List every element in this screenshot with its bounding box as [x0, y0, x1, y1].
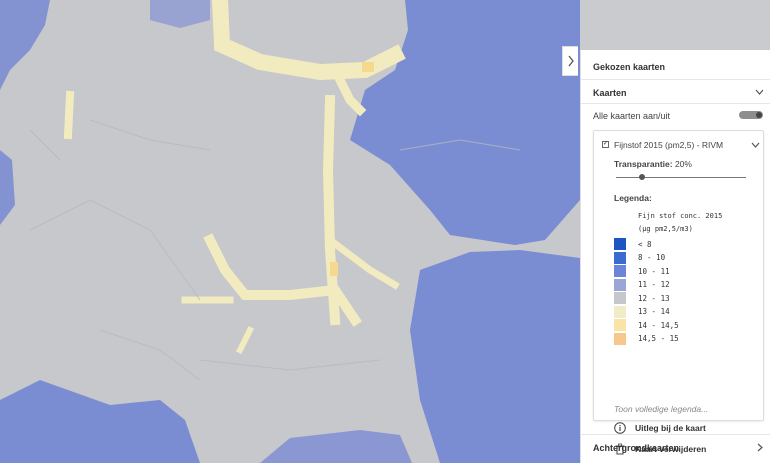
toggle-knob [756, 112, 762, 118]
legend-swatch [614, 332, 626, 345]
legend-swatch [614, 305, 626, 318]
collapse-panel-button[interactable] [562, 46, 578, 76]
legend-swatch [614, 251, 626, 264]
legend-item: 10 - 11 [614, 265, 670, 277]
legend-item: 11 - 12 [614, 278, 670, 291]
low-zone [410, 250, 580, 463]
legend-unit: (µg pm2,5/m3) [638, 225, 693, 233]
legend-item: 14 - 14,5 [614, 319, 679, 331]
all-maps-toggle-label: Alle kaarten aan/uit [593, 111, 671, 121]
layer-name: Fijnstof 2015 (pm2,5) - RIVM [614, 140, 724, 150]
section-maps-header[interactable]: Kaarten [593, 88, 627, 98]
chevron-down-icon[interactable] [755, 89, 764, 96]
map-info-label: Uitleg bij de kaart [635, 423, 706, 433]
legend-item-label: < 8 [638, 239, 652, 249]
transparency-slider[interactable] [616, 174, 746, 180]
legend-swatch [614, 238, 626, 250]
legend-item-label: 12 - 13 [638, 293, 670, 303]
legend-item: 12 - 13 [614, 292, 670, 304]
divider [581, 434, 770, 435]
legend-swatch [614, 292, 626, 304]
legend-item: 14,5 - 15 [614, 332, 679, 345]
divider [581, 79, 770, 80]
legend-label: Legenda: [614, 193, 652, 203]
full-legend-link[interactable]: Toon volledige legenda... [614, 404, 708, 414]
legend-item-label: 10 - 11 [638, 266, 670, 276]
transparency-value: 20% [674, 159, 692, 169]
legend-swatch [614, 265, 626, 277]
chevron-right-icon[interactable] [757, 443, 764, 452]
legend-item: < 8 [614, 238, 652, 250]
panel-title: Gekozen kaarten [593, 62, 666, 72]
legend-item-label: 8 - 10 [638, 253, 666, 262]
divider [581, 103, 770, 104]
legend-item-label: 14 - 14,5 [638, 320, 679, 330]
legend-swatch [614, 278, 626, 291]
transparency-text: Transparantie: 20% [614, 159, 692, 169]
layer-card: ✓ Fijnstof 2015 (pm2,5) - RIVM Transpara… [593, 130, 764, 455]
info-icon [614, 422, 626, 434]
legend-item-label: 14,5 - 15 [638, 334, 679, 343]
section-background-header[interactable]: Achtergrondkaarten [593, 443, 679, 453]
legend-item-label: 11 - 12 [638, 280, 670, 289]
pm25-overlay [0, 0, 580, 463]
map-info-button[interactable]: Uitleg bij de kaart [614, 422, 706, 434]
chevron-down-icon[interactable] [751, 142, 760, 149]
legend-item: 13 - 14 [614, 305, 670, 318]
layer-checkbox[interactable]: ✓ [602, 141, 609, 148]
slider-thumb[interactable] [639, 174, 645, 180]
legend-item: 8 - 10 [614, 251, 666, 264]
legend-swatch [614, 319, 626, 331]
legend-title: Fijn stof conc. 2015 [638, 212, 723, 220]
maps-panel: Gekozen kaarten Kaarten Alle kaarten aan… [580, 50, 770, 463]
all-maps-toggle[interactable] [739, 111, 763, 119]
transparency-label: Transparantie: [614, 159, 673, 169]
map-canvas[interactable] [0, 0, 580, 463]
chevron-right-icon [567, 55, 574, 67]
legend-item-label: 13 - 14 [638, 307, 670, 316]
